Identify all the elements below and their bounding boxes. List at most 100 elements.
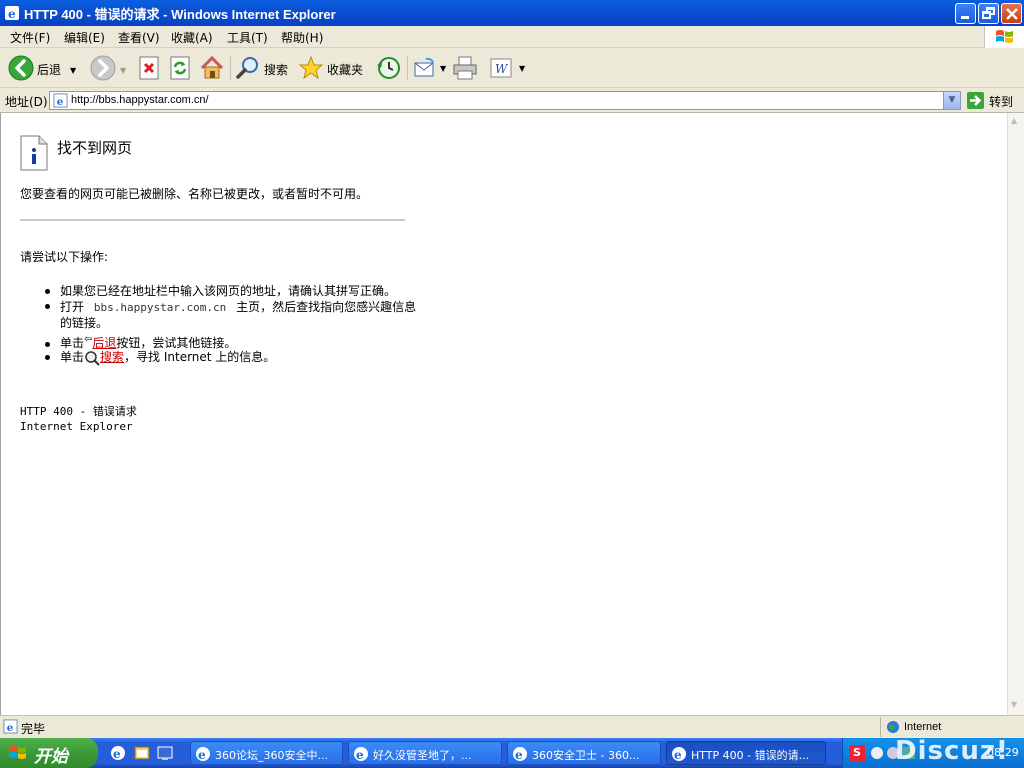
address-dropdown-icon[interactable]: ▼ — [943, 92, 960, 109]
forward-arrow-icon — [90, 55, 116, 81]
info-icon — [20, 135, 48, 171]
error-code: HTTP 400 - 错误请求 — [20, 405, 137, 418]
ie-icon: e — [5, 6, 19, 21]
task-label: 好久没管圣地了，... — [373, 749, 472, 762]
search-icon — [236, 57, 258, 79]
small-search-icon — [85, 350, 100, 366]
toolbar-separator — [407, 56, 408, 80]
tip-host: bbs.happystar.com.cn — [93, 301, 227, 314]
task-label: 360论坛_360安全中... — [215, 749, 328, 762]
tray-circle-icon[interactable] — [871, 747, 883, 759]
svg-text:e: e — [8, 7, 16, 21]
svg-text:e: e — [356, 748, 364, 762]
tip-search-prefix: 单击 — [60, 350, 85, 364]
tip-open-prefix: 打开 — [60, 300, 85, 314]
back-button[interactable]: 后退 ▼ — [6, 53, 80, 83]
back-dropdown-icon[interactable]: ▼ — [70, 66, 76, 75]
vertical-scrollbar[interactable]: ▲ ▼ — [1007, 113, 1024, 715]
restore-button[interactable] — [978, 3, 999, 24]
browser-name: Internet Explorer — [20, 420, 133, 433]
tip-open-suffix: 主页，然后查找指向您感兴趣信息 — [236, 300, 417, 314]
back-label: 后退 — [37, 63, 62, 77]
task-button-active[interactable]: e HTTP 400 - 错误的请... — [666, 741, 826, 765]
home-icon[interactable] — [199, 55, 225, 81]
scroll-up-icon[interactable]: ▲ — [1011, 116, 1017, 125]
search-button[interactable]: 搜索 — [235, 53, 295, 83]
go-label: 转到 — [989, 95, 1014, 109]
tip-search: 单击 搜索，寻找 Internet 上的信息。 — [60, 348, 275, 366]
ie-icon: e — [513, 747, 527, 762]
favorites-button[interactable]: 收藏夹 — [298, 53, 368, 83]
svg-text:e: e — [674, 748, 682, 762]
menu-view[interactable]: 查看(V) — [118, 29, 160, 46]
close-icon — [1006, 8, 1018, 20]
print-icon[interactable] — [452, 55, 478, 81]
task-button[interactable]: e 好久没管圣地了，... — [348, 741, 502, 765]
task-button[interactable]: e 360安全卫士 - 360... — [507, 741, 661, 765]
minimize-button[interactable] — [955, 3, 976, 24]
page-icon: e — [53, 93, 68, 108]
page-title: 找不到网页 — [57, 139, 133, 157]
menu-file[interactable]: 文件(F) — [10, 29, 50, 46]
status-divider — [880, 717, 881, 737]
scroll-down-icon[interactable]: ▼ — [1011, 700, 1017, 709]
go-button[interactable]: 转到 — [965, 90, 1021, 111]
mail-icon[interactable] — [413, 55, 439, 81]
mail-dropdown-icon[interactable]: ▼ — [440, 64, 446, 73]
search-link[interactable]: 搜索 — [100, 350, 124, 364]
forward-button[interactable]: ▼ — [88, 53, 130, 83]
favorites-label: 收藏夹 — [327, 63, 364, 77]
taskbar: 开始 e e 360论坛_360安全中... e 好久没管圣地了，... e 3… — [0, 736, 1024, 768]
refresh-icon[interactable] — [167, 55, 193, 81]
close-button[interactable] — [1001, 3, 1022, 24]
menu-edit[interactable]: 编辑(E) — [64, 29, 105, 46]
bullet — [45, 342, 50, 347]
back-arrow-icon — [8, 55, 34, 81]
try-label: 请尝试以下操作: — [20, 250, 109, 264]
menu-tools[interactable]: 工具(T) — [227, 29, 268, 46]
page-content: 找不到网页 您要查看的网页可能已被删除、名称已被更改，或者暂时不可用。 请尝试以… — [0, 113, 1007, 715]
quicklaunch-explorer-icon[interactable] — [134, 745, 150, 761]
windows-flag-icon — [996, 30, 1013, 43]
task-label: HTTP 400 - 错误的请... — [691, 749, 810, 762]
address-field[interactable]: e http://bbs.happystar.com.cn/ ▼ — [49, 91, 961, 110]
toolbar: 后退 ▼ ▼ 搜索 收藏夹 ▼ W ▼ — [0, 48, 1024, 88]
address-url: http://bbs.happystar.com.cn/ — [71, 94, 209, 106]
edit-dropdown-icon[interactable]: ▼ — [519, 64, 525, 73]
divider — [20, 219, 405, 221]
svg-text:e: e — [57, 96, 64, 108]
favorites-star-icon — [298, 55, 324, 80]
edit-word-icon[interactable]: W — [488, 55, 514, 81]
svg-text:e: e — [515, 748, 523, 762]
start-button[interactable]: 开始 — [0, 738, 98, 768]
toolbar-separator — [230, 56, 231, 80]
forward-dropdown-icon[interactable]: ▼ — [120, 66, 126, 75]
globe-icon — [887, 721, 899, 733]
address-bar: 地址(D) e http://bbs.happystar.com.cn/ ▼ 转… — [0, 88, 1024, 113]
windows-flag-icon — [9, 746, 26, 759]
task-button[interactable]: e 360论坛_360安全中... — [190, 741, 343, 765]
history-icon[interactable] — [375, 55, 401, 81]
stop-icon[interactable] — [136, 55, 162, 81]
svg-text:e: e — [198, 748, 206, 762]
ie-icon: e — [672, 747, 686, 762]
svg-text:W: W — [495, 62, 509, 76]
menu-favorites[interactable]: 收藏(A) — [171, 29, 213, 46]
quicklaunch-ie-icon[interactable]: e — [110, 745, 126, 761]
tip-check-spelling: 如果您已经在地址栏中输入该网页的地址，请确认其拼写正确。 — [60, 284, 397, 298]
title-bar[interactable]: e HTTP 400 - 错误的请求 - Windows Internet Ex… — [0, 0, 1024, 26]
task-label: 360安全卫士 - 360... — [532, 749, 640, 762]
menu-bar: 文件(F) 编辑(E) 查看(V) 收藏(A) 工具(T) 帮助(H) — [0, 26, 1024, 48]
quicklaunch-desktop-icon[interactable] — [157, 745, 173, 761]
windows-logo — [984, 26, 1024, 48]
bullet — [45, 289, 50, 294]
address-label: 地址(D) — [5, 95, 48, 109]
tip-open-line2: 的链接。 — [60, 316, 109, 330]
bullet — [45, 355, 50, 360]
tray-app-icon[interactable]: S — [849, 745, 865, 761]
ie-icon: e — [196, 747, 210, 762]
search-label: 搜索 — [264, 63, 289, 77]
menu-help[interactable]: 帮助(H) — [281, 29, 323, 46]
status-text: 完毕 — [21, 722, 46, 736]
bullet — [45, 304, 50, 309]
